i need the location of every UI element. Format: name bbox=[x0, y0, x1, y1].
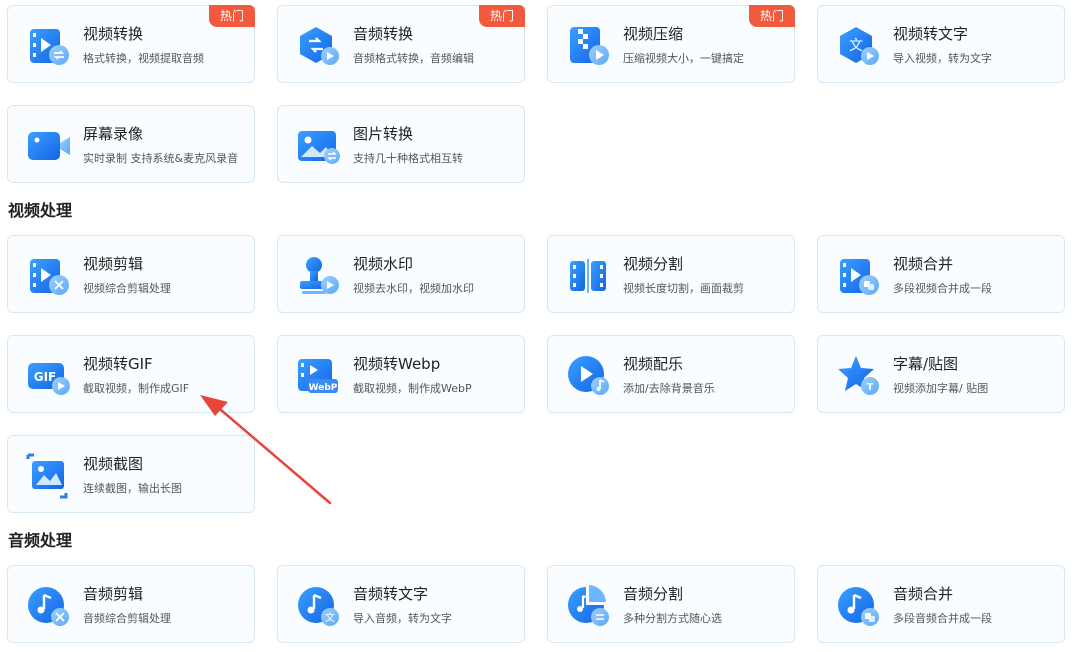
video-music-icon bbox=[566, 353, 612, 399]
card-subtitle: 连续截图，输出长图 bbox=[83, 482, 182, 495]
svg-text:文: 文 bbox=[849, 38, 863, 54]
card-title: 视频配乐 bbox=[623, 355, 684, 373]
card-subtitle: 视频长度切割，画面裁剪 bbox=[623, 282, 744, 295]
hot-badge: 热门 bbox=[749, 5, 795, 27]
section-title-video: 视频处理 bbox=[8, 201, 73, 220]
video-merge-card[interactable]: 视频合并 多段视频合并成一段 bbox=[817, 235, 1065, 313]
card-subtitle: 视频去水印，视频加水印 bbox=[353, 282, 474, 295]
card-subtitle: 视频添加字幕/ 贴图 bbox=[893, 382, 989, 395]
section-title-audio: 音频处理 bbox=[8, 531, 73, 550]
card-subtitle: 视频综合剪辑处理 bbox=[83, 282, 171, 295]
card-subtitle: 截取视频，制作成WebP bbox=[353, 382, 472, 395]
video-edit-card[interactable]: 视频剪辑 视频综合剪辑处理 bbox=[7, 235, 255, 313]
card-title: 视频压缩 bbox=[623, 25, 684, 43]
card-title: 字幕/贴图 bbox=[893, 355, 959, 373]
card-title: 视频转换 bbox=[83, 25, 144, 43]
video-to-gif-card[interactable]: GIF 视频转GIF 截取视频，制作成GIF bbox=[7, 335, 255, 413]
screen-record-card[interactable]: 屏幕录像 实时录制 支持系统&麦克风录音 bbox=[7, 105, 255, 183]
hot-badge: 热门 bbox=[479, 5, 525, 27]
card-title: 音频合并 bbox=[893, 585, 954, 603]
video-convert-icon bbox=[26, 23, 72, 69]
svg-text:GIF: GIF bbox=[34, 370, 57, 384]
video-to-webp-card[interactable]: WebP 视频转Webp 截取视频，制作成WebP bbox=[277, 335, 525, 413]
video-convert-card[interactable]: 视频转换 格式转换，视频提取音频 热门 bbox=[7, 5, 255, 83]
card-title: 视频截图 bbox=[83, 455, 144, 473]
video-split-card[interactable]: 视频分割 视频长度切割，画面裁剪 bbox=[547, 235, 795, 313]
card-subtitle: 多段视频合并成一段 bbox=[893, 282, 992, 295]
card-subtitle: 格式转换，视频提取音频 bbox=[83, 52, 204, 65]
audio-edit-icon bbox=[26, 583, 72, 629]
audio-split-card[interactable]: 音频分割 多种分割方式随心选 bbox=[547, 565, 795, 643]
card-title: 视频转Webp bbox=[353, 355, 441, 373]
card-subtitle: 截取视频，制作成GIF bbox=[83, 382, 190, 395]
audio-edit-card[interactable]: 音频剪辑 音频综合剪辑处理 bbox=[7, 565, 255, 643]
audio-merge-card[interactable]: 音频合并 多段音频合并成一段 bbox=[817, 565, 1065, 643]
card-subtitle: 添加/去除背景音乐 bbox=[623, 382, 715, 395]
video-compress-card[interactable]: 视频压缩 压缩视频大小，一键搞定 热门 bbox=[547, 5, 795, 83]
audio-merge-icon bbox=[836, 583, 882, 629]
video-screenshot-card[interactable]: 视频截图 连续截图，输出长图 bbox=[7, 435, 255, 513]
svg-text:T: T bbox=[867, 382, 874, 393]
card-title: 音频分割 bbox=[623, 585, 684, 603]
card-title: 音频剪辑 bbox=[83, 585, 144, 603]
card-title: 视频水印 bbox=[353, 255, 414, 273]
card-subtitle: 音频综合剪辑处理 bbox=[83, 612, 171, 625]
watermark-stamp-icon bbox=[296, 253, 342, 299]
webp-icon: WebP bbox=[296, 353, 342, 399]
star-subtitle-icon: T bbox=[836, 353, 882, 399]
video-to-text-icon: 文 bbox=[836, 23, 882, 69]
video-merge-icon bbox=[836, 253, 882, 299]
svg-text:文: 文 bbox=[325, 611, 335, 624]
card-title: 屏幕录像 bbox=[83, 125, 144, 143]
audio-to-text-card[interactable]: 文 音频转文字 导入音频，转为文字 bbox=[277, 565, 525, 643]
gif-icon: GIF bbox=[26, 353, 72, 399]
card-title: 视频转文字 bbox=[893, 25, 969, 43]
card-subtitle: 导入视频，转为文字 bbox=[893, 52, 992, 65]
card-subtitle: 导入音频，转为文字 bbox=[353, 612, 452, 625]
video-to-text-card[interactable]: 文 视频转文字 导入视频，转为文字 bbox=[817, 5, 1065, 83]
screen-record-icon bbox=[26, 123, 72, 169]
audio-to-text-icon: 文 bbox=[296, 583, 342, 629]
audio-convert-icon bbox=[296, 23, 342, 69]
card-title: 视频剪辑 bbox=[83, 255, 144, 273]
hot-badge: 热门 bbox=[209, 5, 255, 27]
video-compress-icon bbox=[566, 23, 612, 69]
card-title: 音频转换 bbox=[353, 25, 414, 43]
card-subtitle: 音频格式转换，音频编辑 bbox=[353, 52, 474, 65]
film-split-icon bbox=[566, 253, 612, 299]
card-subtitle: 多种分割方式随心选 bbox=[623, 612, 722, 625]
card-subtitle: 支持几十种格式相互转 bbox=[353, 152, 463, 165]
video-edit-icon bbox=[26, 253, 72, 299]
card-subtitle: 压缩视频大小，一键搞定 bbox=[623, 52, 744, 65]
card-subtitle: 多段音频合并成一段 bbox=[893, 612, 992, 625]
image-convert-card[interactable]: 图片转换 支持几十种格式相互转 bbox=[277, 105, 525, 183]
card-title: 视频转GIF bbox=[83, 355, 153, 373]
card-subtitle: 实时录制 支持系统&麦克风录音 bbox=[83, 152, 239, 165]
crop-screenshot-icon bbox=[26, 453, 72, 499]
card-title: 音频转文字 bbox=[353, 585, 429, 603]
card-title: 视频合并 bbox=[893, 255, 954, 273]
annotation-arrow bbox=[200, 395, 332, 505]
video-watermark-card[interactable]: 视频水印 视频去水印，视频加水印 bbox=[277, 235, 525, 313]
svg-text:WebP: WebP bbox=[309, 383, 338, 393]
card-title: 图片转换 bbox=[353, 125, 414, 143]
card-title: 视频分割 bbox=[623, 255, 684, 273]
subtitle-sticker-card[interactable]: T 字幕/贴图 视频添加字幕/ 贴图 bbox=[817, 335, 1065, 413]
image-convert-icon bbox=[296, 123, 342, 169]
video-music-card[interactable]: 视频配乐 添加/去除背景音乐 bbox=[547, 335, 795, 413]
audio-split-icon bbox=[566, 583, 612, 629]
audio-convert-card[interactable]: 音频转换 音频格式转换，音频编辑 热门 bbox=[277, 5, 525, 83]
